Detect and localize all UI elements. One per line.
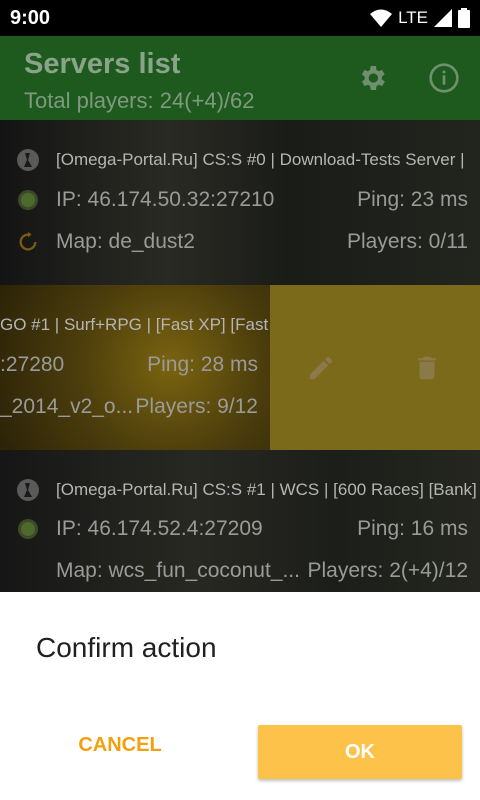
info-icon	[429, 63, 459, 93]
battery-icon	[458, 8, 470, 28]
confirm-dialog: Confirm action CANCEL OK	[0, 592, 480, 800]
settings-button[interactable]	[354, 60, 390, 96]
server-name: [Omega-Portal.Ru] CS:S #0 | Download-Tes…	[56, 150, 465, 169]
trash-icon	[418, 356, 436, 380]
server-players: Players: 2(+4)/12	[307, 559, 469, 582]
server-ping: Ping: 16 ms	[357, 517, 468, 540]
status-time: 9:00	[10, 6, 51, 29]
server-card-swiped[interactable]: GO #1 | Surf+RPG | [Fast XP] [Fast DL] :…	[0, 285, 480, 450]
gear-icon	[361, 66, 385, 90]
swipe-actions	[270, 285, 480, 450]
network-label: LTE	[398, 8, 428, 27]
server-ip: IP: 46.174.50.32:27210	[56, 188, 275, 211]
server-map: Map: de_dust2	[56, 230, 195, 253]
edit-button[interactable]	[306, 353, 336, 388]
app-bar: Servers list Total players: 24(+4)/62	[0, 36, 480, 120]
signal-icon	[434, 9, 452, 27]
refresh-icon	[16, 230, 40, 254]
dialog-message: Confirm action	[36, 632, 217, 663]
server-ip: :27280	[0, 353, 65, 376]
server-map: Map: wcs_fun_coconut_...	[56, 559, 300, 582]
server-players: Players: 0/11	[346, 230, 468, 253]
wifi-icon	[370, 9, 393, 27]
game-icon	[16, 148, 40, 172]
game-icon	[16, 478, 40, 502]
delete-button[interactable]	[412, 353, 442, 388]
status-icons: LTE	[370, 8, 470, 28]
server-ip: IP: 46.174.52.4:27209	[56, 517, 263, 540]
server-card[interactable]: [Omega-Portal.Ru] CS:S #0 | Download-Tes…	[0, 120, 480, 285]
ok-button[interactable]: OK	[258, 725, 462, 779]
status-online-icon	[16, 188, 40, 212]
info-button[interactable]	[426, 60, 462, 96]
server-ping: Ping: 23 ms	[357, 188, 468, 211]
page-title: Servers list	[24, 48, 181, 80]
server-name: GO #1 | Surf+RPG | [Fast XP] [Fast DL]	[0, 315, 300, 334]
status-online-icon	[16, 517, 40, 541]
status-bar: 9:00 LTE	[0, 0, 480, 36]
pencil-icon	[309, 356, 333, 380]
server-ping: Ping: 28 ms	[147, 353, 258, 376]
cancel-button[interactable]: CANCEL	[40, 725, 200, 765]
server-card[interactable]: [Omega-Portal.Ru] CS:S #1 | WCS | [600 R…	[0, 450, 480, 592]
server-players: Players: 9/12	[135, 395, 258, 418]
server-map: _2014_v2_o...	[0, 395, 134, 418]
total-players: Total players: 24(+4)/62	[24, 88, 255, 113]
server-name: [Omega-Portal.Ru] CS:S #1 | WCS | [600 R…	[56, 480, 480, 499]
